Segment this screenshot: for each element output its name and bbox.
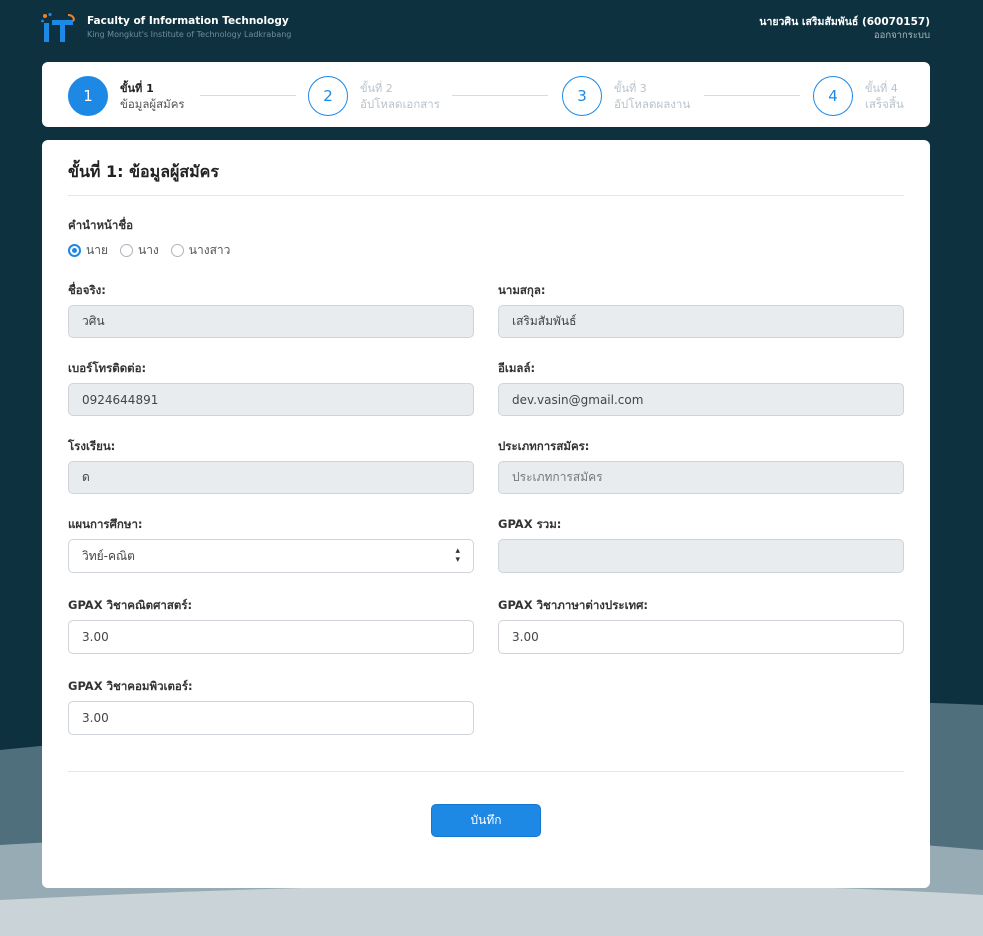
brand-title: Faculty of Information Technology (87, 15, 289, 27)
prefix-option-mr: นาย (86, 242, 108, 257)
school-label: โรงเรียน: (68, 439, 116, 453)
plan-select-value: วิทย์-คณิต (82, 548, 135, 563)
step-4-title: ขั้นที่ 4 (865, 82, 898, 95)
gpax-total-label: GPAX รวม: (498, 517, 562, 531)
prefix-radio-miss[interactable]: นางสาว (170, 241, 231, 260)
step-2-title: ขั้นที่ 2 (360, 82, 393, 95)
chevron-updown-icon: ▴ ▾ (455, 546, 460, 565)
radio-unchecked-icon (119, 243, 133, 257)
step-4-circle: 4 (813, 76, 853, 116)
gpax-math-field[interactable]: 3.00 (68, 620, 474, 654)
lastname-field[interactable]: เสริมสัมพันธ์ (498, 305, 904, 338)
divider (68, 771, 904, 772)
step-connector (704, 95, 800, 96)
prefix-radio-mr[interactable]: นาย (68, 241, 108, 260)
step-2-circle: 2 (308, 76, 348, 116)
top-header: Faculty of Information Technology King M… (0, 0, 983, 52)
apptype-label: ประเภทการสมัคร: (498, 439, 590, 453)
phone-field[interactable]: 0924644891 (68, 383, 474, 416)
prefix-option-miss: นางสาว (188, 242, 231, 257)
progress-stepper: 1 ขั้นที่ 1 ข้อมูลผู้สมัคร 2 ขั้นที่ 2 อ… (42, 62, 930, 127)
prefix-option-mrs: นาง (137, 242, 159, 257)
brand-subtitle: King Mongkut's Institute of Technology L… (87, 30, 292, 39)
radio-unchecked-icon (170, 243, 184, 257)
email-field[interactable]: dev.vasin@gmail.com (498, 383, 904, 416)
applicant-form-card: ขั้นที่ 1: ข้อมูลผู้สมัคร คำนำหน้าชื่อ น… (42, 140, 930, 888)
prefix-radio-group: นาย นาง นางสาว (68, 242, 242, 258)
gpax-lang-field[interactable]: 3.00 (498, 620, 904, 654)
gpax-math-label: GPAX วิชาคณิตศาสตร์: (68, 598, 193, 612)
it-logo-icon[interactable] (40, 12, 76, 44)
radio-checked-icon (68, 243, 81, 257)
divider (68, 195, 904, 196)
plan-label: แผนการศึกษา: (68, 517, 143, 531)
step-4-label: เสร็จสิ้น (865, 97, 904, 111)
phone-label: เบอร์โทรติดต่อ: (68, 361, 147, 375)
prefix-radio-mrs[interactable]: นาง (119, 241, 159, 260)
step-1-title: ขั้นที่ 1 (120, 82, 154, 95)
firstname-label: ชื่อจริง: (68, 283, 106, 297)
gpax-lang-label: GPAX วิชาภาษาต่างประเทศ: (498, 598, 648, 612)
step-3-circle: 3 (562, 76, 602, 116)
save-button[interactable]: บันทึก (431, 804, 541, 837)
step-3-title: ขั้นที่ 3 (614, 82, 647, 95)
gpax-comp-field[interactable]: 3.00 (68, 701, 474, 735)
lastname-label: นามสกุล: (498, 283, 546, 297)
prefix-label: คำนำหน้าชื่อ (68, 218, 134, 232)
gpax-total-field[interactable] (498, 539, 904, 573)
logout-link[interactable]: ออกจากระบบ (874, 28, 930, 43)
apptype-field[interactable]: ประเภทการสมัคร (498, 461, 904, 494)
email-label: อีเมลล์: (498, 361, 536, 375)
step-2-label: อัปโหลดเอกสาร (360, 97, 440, 111)
school-field[interactable]: ด (68, 461, 474, 494)
step-connector (200, 95, 296, 96)
step-3-label: อัปโหลดผลงาน (614, 97, 691, 111)
plan-select[interactable]: วิทย์-คณิต ▴ ▾ (68, 539, 474, 573)
gpax-comp-label: GPAX วิชาคอมพิวเตอร์: (68, 679, 193, 693)
step-1-circle: 1 (68, 76, 108, 116)
firstname-field[interactable]: วศิน (68, 305, 474, 338)
step-connector (452, 95, 548, 96)
form-title: ขั้นที่ 1: ข้อมูลผู้สมัคร (68, 162, 219, 181)
step-1-label: ข้อมูลผู้สมัคร (120, 97, 185, 111)
